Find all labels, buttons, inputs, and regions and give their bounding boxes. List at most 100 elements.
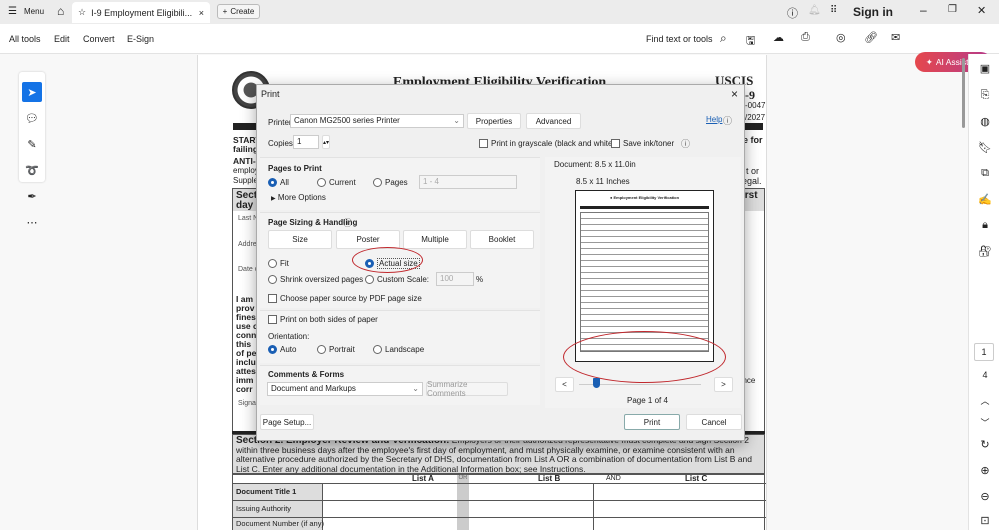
doc-text-fragment: ANTI-I [233, 156, 259, 166]
page-up-icon[interactable]: ︿ [977, 394, 993, 407]
multiple-tab[interactable]: Multiple [403, 230, 467, 249]
copies-label: Copies: [268, 139, 296, 148]
close-window-icon[interactable]: ✕ [977, 4, 986, 17]
chevron-down-icon: ⌄ [453, 116, 460, 125]
printer-select[interactable]: Canon MG2500 series Printer ⌄ [290, 114, 464, 128]
current-page-input[interactable]: 1 [974, 343, 994, 361]
more-tools-icon[interactable]: ⋯ [22, 212, 42, 232]
search-icon[interactable]: ⌕ [720, 31, 727, 46]
radio-all[interactable]: All [268, 178, 289, 188]
apps-icon[interactable]: ⠿ [830, 5, 837, 16]
plus-icon: + [222, 7, 228, 16]
home-icon[interactable]: ⌂ [57, 4, 64, 18]
esign-menu[interactable]: E-Sign [127, 34, 154, 44]
radio-fit[interactable]: Fit [268, 259, 289, 269]
draw-lasso-icon[interactable]: ➰ [22, 160, 42, 180]
save-icon[interactable]: 🖫 [746, 32, 755, 51]
select-cursor-icon[interactable]: ➤ [22, 82, 42, 102]
radio-current[interactable]: Current [317, 178, 356, 188]
star-icon[interactable]: ☆ [78, 7, 86, 18]
radio-auto[interactable]: Auto [268, 345, 296, 355]
page-setup-button[interactable]: Page Setup... [260, 414, 314, 430]
comment-icon[interactable]: 💬︎ [22, 108, 42, 128]
all-tools-menu[interactable]: All tools [9, 34, 41, 44]
previous-page-button[interactable]: < [555, 377, 574, 392]
copies-stepper[interactable]: ▴▾ [322, 135, 330, 149]
paper-source-checkbox[interactable]: Choose paper source by PDF page size [268, 294, 422, 304]
both-sides-checkbox[interactable]: Print on both sides of paper [268, 315, 378, 325]
print-icon[interactable]: ⎙ [801, 31, 810, 44]
comments-icon[interactable]: ◍ [977, 115, 993, 128]
print-button[interactable]: Print [624, 414, 680, 430]
doc-text-fragment: employ [233, 166, 259, 175]
copies-input[interactable]: 1 [293, 135, 319, 149]
fit-page-icon[interactable]: ⊡ [977, 514, 993, 527]
help-icon[interactable]: ⓘ [723, 114, 732, 127]
doc-text-fragment: e for [743, 135, 763, 145]
grayscale-checkbox[interactable]: Print in grayscale (black and white) [479, 139, 615, 149]
radio-landscape[interactable]: Landscape [373, 345, 424, 355]
radio-pages[interactable]: Pages [373, 178, 408, 188]
help-icon[interactable]: ⓘ [787, 5, 798, 21]
pages-range-input[interactable]: 1 - 4 [419, 175, 517, 189]
create-button[interactable]: + Create [217, 4, 260, 19]
email-icon[interactable]: ✉ [891, 31, 900, 44]
next-page-button[interactable]: > [714, 377, 733, 392]
sign-in-button[interactable]: Sign in [853, 5, 893, 19]
bell-icon[interactable]: 🔔︎ [808, 5, 821, 16]
properties-button[interactable]: Properties [467, 113, 521, 129]
radio-shrink[interactable]: Shrink oversized pages [268, 275, 363, 285]
pages-icon[interactable]: ⧉ [977, 167, 993, 180]
save-ink-checkbox[interactable]: Save ink/toner [611, 139, 674, 149]
size-tab[interactable]: Size [268, 230, 332, 249]
vertical-scrollbar[interactable] [962, 58, 965, 128]
sign-pen-icon[interactable]: ✒ [22, 186, 42, 206]
checkbox[interactable] [611, 139, 620, 149]
radio-custom-scale[interactable]: Custom Scale: [365, 275, 429, 285]
ai-summary-icon[interactable]: ▣ [977, 62, 993, 75]
orientation-label: Orientation: [268, 332, 310, 341]
close-tab-icon[interactable]: × [199, 8, 204, 18]
page-indicator: Page 1 of 4 [627, 396, 668, 405]
scale-input[interactable]: 100 [436, 272, 474, 286]
right-sidebar: ▣ ⎘ ◍ 🔖︎ ⧉ ✍ 🔒︎ 🔐︎ 1 4 ︿ ﹀ ↻ ⊕ ⊖ ⊡ [968, 54, 999, 530]
export-pdf-icon[interactable]: ⎘ [977, 89, 993, 102]
fill-sign-icon[interactable]: ✍ [977, 193, 993, 206]
cancel-button[interactable]: Cancel [686, 414, 742, 430]
restore-icon[interactable]: ❐ [948, 4, 957, 15]
comments-select[interactable]: Document and Markups ⌄ [267, 382, 423, 396]
lock-icon[interactable]: 🔒︎ [977, 219, 993, 232]
link-icon[interactable]: 🔗︎ [864, 31, 878, 44]
summarize-comments-button[interactable]: Summarize Comments [426, 380, 508, 398]
find-tools-button[interactable]: Find text or tools [646, 34, 713, 44]
convert-menu[interactable]: Convert [83, 34, 115, 44]
triangle-right-icon: ▶ [271, 196, 276, 202]
menu-icon[interactable]: ☰ [8, 6, 17, 17]
edit-menu[interactable]: Edit [54, 34, 70, 44]
row-label: Document Number (if any) [236, 519, 324, 528]
page-down-icon[interactable]: ﹀ [977, 416, 993, 429]
zoom-in-icon[interactable]: ⊕ [977, 464, 993, 477]
expiration-date: /2027 [745, 113, 766, 122]
minimize-icon[interactable]: – [920, 3, 927, 17]
zoom-out-icon[interactable]: ⊖ [977, 490, 993, 503]
upload-cloud-icon[interactable]: ☁ [773, 31, 784, 44]
booklet-tab[interactable]: Booklet [470, 230, 534, 249]
highlight-pen-icon[interactable]: ✎ [22, 134, 42, 154]
help-link[interactable]: Help [706, 115, 722, 124]
preview-slider-handle[interactable] [593, 378, 600, 388]
advanced-button[interactable]: Advanced [526, 113, 581, 129]
info-icon[interactable]: ⓘ [343, 216, 352, 229]
share-user-icon[interactable]: ◎ [836, 31, 846, 44]
radio-portrait[interactable]: Portrait [317, 345, 355, 355]
refresh-icon[interactable]: ↻ [977, 438, 993, 451]
close-dialog-icon[interactable]: × [731, 87, 738, 101]
more-options-toggle[interactable]: ▶ More Options [271, 193, 326, 202]
protect-file-icon[interactable]: 🔐︎ [977, 245, 993, 258]
document-tab[interactable]: ☆ I-9 Employment Eligibili... × [72, 2, 210, 23]
bookmark-icon[interactable]: 🔖︎ [977, 141, 993, 154]
doc-text-fragment: Signa [238, 400, 256, 407]
checkbox[interactable] [479, 139, 488, 149]
info-icon[interactable]: ⓘ [681, 137, 690, 150]
menu-button[interactable]: Menu [24, 7, 44, 16]
